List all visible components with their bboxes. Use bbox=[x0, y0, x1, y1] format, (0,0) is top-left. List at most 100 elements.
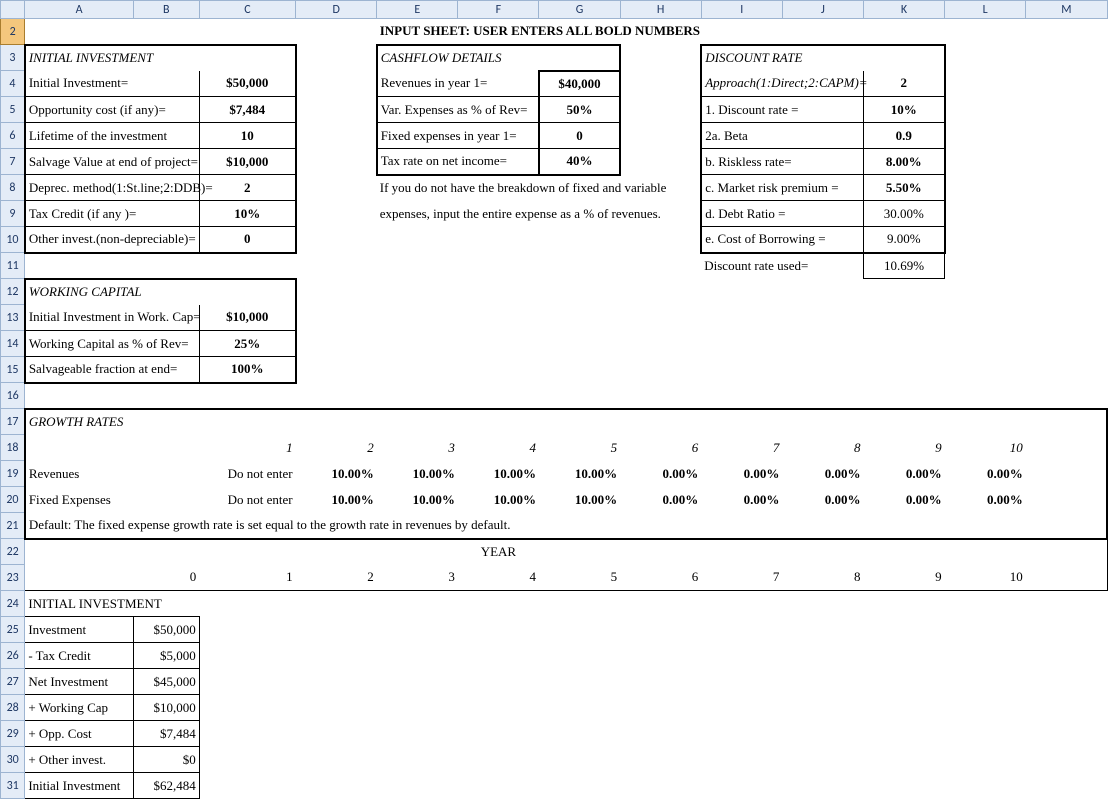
growth-year[interactable]: 3 bbox=[377, 435, 458, 461]
cell-label[interactable]: c. Market risk premium = bbox=[701, 175, 863, 201]
col-header[interactable]: I bbox=[701, 1, 782, 19]
cell-value[interactable]: 40% bbox=[539, 149, 620, 175]
col-header[interactable]: H bbox=[620, 1, 701, 19]
cell-label[interactable]: d. Debt Ratio = bbox=[701, 201, 863, 227]
year-number[interactable]: 8 bbox=[782, 565, 863, 591]
cell-label[interactable]: Net Investment bbox=[25, 669, 134, 695]
cell-value[interactable]: 0.9 bbox=[863, 123, 944, 149]
growth-value[interactable]: Do not enter bbox=[199, 487, 295, 513]
section-header-initial-investment[interactable]: INITIAL INVESTMENT bbox=[25, 45, 199, 71]
growth-value[interactable]: 0.00% bbox=[782, 461, 863, 487]
year-number[interactable]: 1 bbox=[199, 565, 295, 591]
row-header[interactable]: 20 bbox=[1, 487, 25, 513]
row-header[interactable]: 27 bbox=[1, 669, 25, 695]
cell-label[interactable]: Investment bbox=[25, 617, 134, 643]
row-header[interactable]: 13 bbox=[1, 305, 25, 331]
cell-value[interactable]: $50,000 bbox=[199, 71, 295, 97]
growth-year[interactable]: 6 bbox=[620, 435, 701, 461]
row-header[interactable]: 17 bbox=[1, 409, 25, 435]
row-header[interactable]: 3 bbox=[1, 45, 25, 71]
year-number[interactable]: 6 bbox=[620, 565, 701, 591]
growth-year[interactable]: 9 bbox=[863, 435, 944, 461]
section-header-working-capital[interactable]: WORKING CAPITAL bbox=[25, 279, 199, 305]
column-header-row[interactable]: A B C D E F G H I J K L M bbox=[1, 1, 1108, 19]
cell-label[interactable]: Discount rate used= bbox=[701, 253, 863, 279]
growth-value[interactable]: Do not enter bbox=[199, 461, 295, 487]
row-header[interactable]: 22 bbox=[1, 539, 25, 565]
cell-value[interactable]: 5.50% bbox=[863, 175, 944, 201]
section-header-discount[interactable]: DISCOUNT RATE bbox=[701, 45, 863, 71]
row-header[interactable]: 25 bbox=[1, 617, 25, 643]
cell-value[interactable]: 2 bbox=[863, 71, 944, 97]
row-header[interactable]: 31 bbox=[1, 773, 25, 799]
growth-value[interactable]: 0.00% bbox=[620, 487, 701, 513]
cell-label[interactable]: 2a. Beta bbox=[701, 123, 863, 149]
growth-year[interactable]: 8 bbox=[782, 435, 863, 461]
cashflow-note[interactable]: expenses, input the entire expense as a … bbox=[377, 201, 702, 227]
growth-value[interactable]: 0.00% bbox=[782, 487, 863, 513]
cell-label[interactable]: Initial Investment bbox=[25, 773, 134, 799]
cashflow-note[interactable]: If you do not have the breakdown of fixe… bbox=[377, 175, 702, 201]
row-header[interactable]: 4 bbox=[1, 71, 25, 97]
row-header[interactable]: 26 bbox=[1, 643, 25, 669]
cell-label[interactable]: Salvageable fraction at end= bbox=[25, 357, 199, 383]
cell-value[interactable]: 8.00% bbox=[863, 149, 944, 175]
cell-label[interactable]: Fixed Expenses bbox=[25, 487, 199, 513]
row-header[interactable]: 12 bbox=[1, 279, 25, 305]
growth-value[interactable]: 0.00% bbox=[863, 487, 944, 513]
cell-label[interactable]: e. Cost of Borrowing = bbox=[701, 227, 863, 253]
growth-value[interactable]: 10.00% bbox=[458, 487, 539, 513]
row-header[interactable]: 6 bbox=[1, 123, 25, 149]
cell-value[interactable]: $7,484 bbox=[199, 97, 295, 123]
col-header[interactable]: A bbox=[25, 1, 134, 19]
row-header[interactable]: 10 bbox=[1, 227, 25, 253]
growth-value[interactable]: 10.00% bbox=[296, 487, 377, 513]
cell-value[interactable]: $50,000 bbox=[133, 617, 199, 643]
cell-label[interactable]: Lifetime of the investment bbox=[25, 123, 199, 149]
cell-label[interactable]: Initial Investment= bbox=[25, 71, 199, 97]
row-header[interactable]: 8 bbox=[1, 175, 25, 201]
cell-value[interactable]: 10.69% bbox=[863, 253, 944, 279]
cell-value[interactable]: $45,000 bbox=[133, 669, 199, 695]
row-header[interactable]: 24 bbox=[1, 591, 25, 617]
cell-label[interactable]: Other invest.(non-depreciable)= bbox=[25, 227, 199, 253]
cell-label[interactable]: Fixed expenses in year 1= bbox=[377, 123, 539, 149]
col-header[interactable]: G bbox=[539, 1, 620, 19]
col-header[interactable]: D bbox=[296, 1, 377, 19]
row-header[interactable]: 7 bbox=[1, 149, 25, 175]
cell-label[interactable]: Approach(1:Direct;2:CAPM)= bbox=[701, 71, 863, 97]
row-header[interactable]: 28 bbox=[1, 695, 25, 721]
cell-value[interactable]: $5,000 bbox=[133, 643, 199, 669]
row-header[interactable]: 21 bbox=[1, 513, 25, 539]
section-header-growth[interactable]: GROWTH RATES bbox=[25, 409, 199, 435]
col-header[interactable]: B bbox=[133, 1, 199, 19]
cell-label[interactable]: b. Riskless rate= bbox=[701, 149, 863, 175]
col-header[interactable]: E bbox=[377, 1, 458, 19]
year-number[interactable]: 7 bbox=[701, 565, 782, 591]
cell-value[interactable]: 0 bbox=[199, 227, 295, 253]
cell-value[interactable]: 30.00% bbox=[863, 201, 944, 227]
row-header[interactable]: 15 bbox=[1, 357, 25, 383]
cell-value[interactable]: $10,000 bbox=[199, 149, 295, 175]
cell-value[interactable]: 25% bbox=[199, 331, 295, 357]
col-header[interactable]: C bbox=[199, 1, 295, 19]
cell-label[interactable]: - Tax Credit bbox=[25, 643, 134, 669]
row-header[interactable]: 29 bbox=[1, 721, 25, 747]
year-number[interactable]: 10 bbox=[945, 565, 1026, 591]
row-header[interactable]: 19 bbox=[1, 461, 25, 487]
cell-label[interactable]: + Opp. Cost bbox=[25, 721, 134, 747]
cell-value[interactable]: 9.00% bbox=[863, 227, 944, 253]
col-header[interactable]: J bbox=[782, 1, 863, 19]
growth-value[interactable]: 10.00% bbox=[296, 461, 377, 487]
cell-label[interactable]: 1. Discount rate = bbox=[701, 97, 863, 123]
cell-label[interactable]: Initial Investment in Work. Cap= bbox=[25, 305, 199, 331]
row-header[interactable]: 9 bbox=[1, 201, 25, 227]
cell-value[interactable]: $7,484 bbox=[133, 721, 199, 747]
growth-value[interactable]: 0.00% bbox=[863, 461, 944, 487]
cell-label[interactable]: Tax Credit (if any )= bbox=[25, 201, 199, 227]
section-header-initial-investment-detail[interactable]: INITIAL INVESTMENT bbox=[25, 591, 199, 617]
year-number[interactable]: 0 bbox=[133, 565, 199, 591]
row-header[interactable]: 18 bbox=[1, 435, 25, 461]
col-header[interactable]: L bbox=[945, 1, 1026, 19]
cell-value[interactable]: $10,000 bbox=[199, 305, 295, 331]
